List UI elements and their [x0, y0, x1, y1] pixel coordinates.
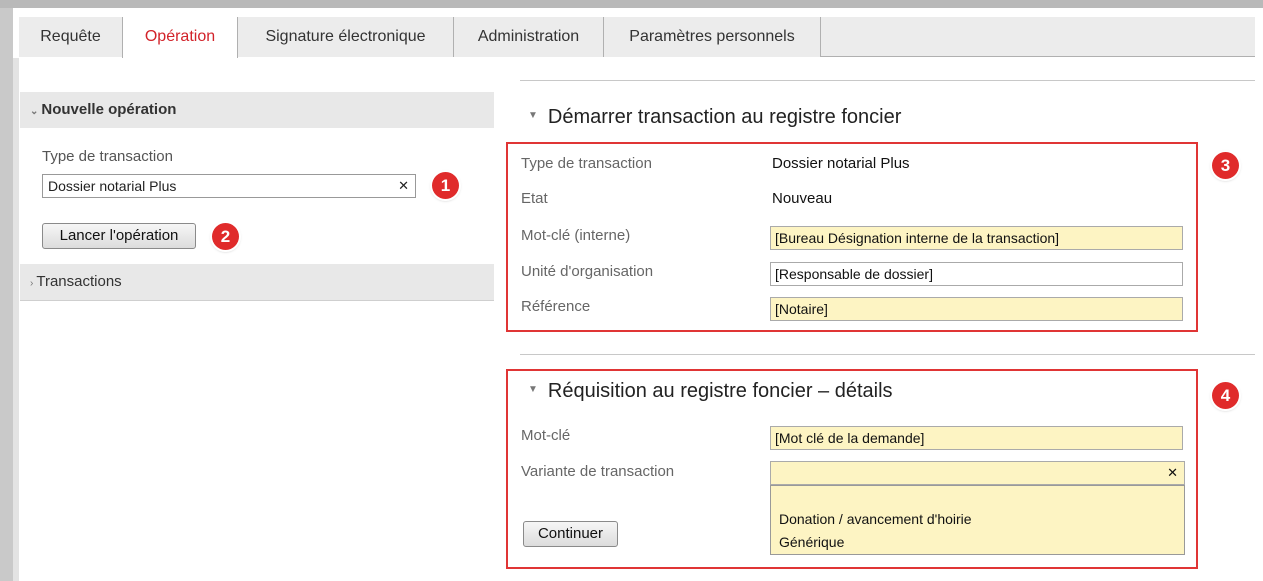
collapse-triangle-icon: ▼ [528, 110, 538, 122]
launch-operation-button[interactable]: Lancer l'opération [42, 223, 196, 249]
unite-organisation-input[interactable]: [Responsable de dossier] [770, 262, 1183, 286]
tab-administration[interactable]: Administration [454, 17, 604, 57]
start-transaction-title[interactable]: ▼ Démarrer transaction au registre foncie… [528, 106, 901, 129]
tab-signature-electronique[interactable]: Signature électronique [238, 17, 454, 57]
collapse-triangle-icon: ▼ [528, 384, 538, 396]
mot-cle-interne-input[interactable]: [Bureau Désignation interne de la transa… [770, 226, 1183, 250]
dropdown-option-generique[interactable]: Générique [779, 534, 844, 550]
top-divider [520, 80, 1255, 81]
mot-cle-input[interactable]: [Mot clé de la demande] [770, 426, 1183, 450]
field-value-etat: Nouveau [772, 190, 833, 207]
field-label-reference: Référence [521, 298, 591, 315]
transactions-title: Transactions [36, 273, 122, 290]
new-operation-title: Nouvelle opération [41, 101, 177, 118]
variante-dropdown-list: Donation / avancement d'hoirie Générique [770, 485, 1185, 555]
step-badge-1: 1 [432, 172, 459, 199]
field-label-mot-cle: Mot-clé [521, 427, 571, 444]
window-frame-left-inner [13, 58, 19, 581]
chevron-down-icon: ⌄ [30, 106, 39, 117]
step-badge-4: 4 [1212, 382, 1239, 409]
field-label-variante: Variante de transaction [521, 463, 675, 480]
chevron-down-icon: ✕ [398, 178, 409, 193]
transaction-type-select[interactable]: Dossier notarial Plus ✕ [42, 174, 416, 198]
tab-operation[interactable]: Opération [122, 17, 238, 58]
left-panel-divider [20, 300, 494, 301]
details-title[interactable]: ▼ Réquisition au registre foncier – détai… [528, 380, 893, 403]
tab-parametres-personnels[interactable]: Paramètres personnels [604, 17, 821, 57]
field-label-unite-organisation: Unité d'organisation [521, 263, 654, 280]
field-value-transaction-type: Dossier notarial Plus [772, 155, 910, 172]
middle-divider [520, 354, 1255, 355]
reference-input[interactable]: [Notaire] [770, 297, 1183, 321]
chevron-down-icon: ✕ [1167, 465, 1178, 480]
window-frame-left [0, 8, 13, 581]
field-label-etat: Etat [521, 190, 548, 207]
variante-transaction-select[interactable]: ✕ [770, 461, 1185, 485]
dropdown-option-donation[interactable]: Donation / avancement d'hoirie [779, 511, 972, 527]
field-label-mot-cle-interne: Mot-clé (interne) [521, 227, 631, 244]
continue-button[interactable]: Continuer [523, 521, 618, 547]
field-label-transaction-type: Type de transaction [521, 155, 652, 172]
new-operation-header[interactable]: ⌄ Nouvelle opération [20, 92, 494, 128]
tab-requete[interactable]: Requête [19, 17, 123, 57]
transactions-header[interactable]: › Transactions [20, 264, 494, 300]
step-badge-2: 2 [212, 223, 239, 250]
main-tab-bar: Requête Opération Signature électronique… [19, 17, 1255, 58]
transaction-type-label: Type de transaction [42, 148, 173, 165]
step-badge-3: 3 [1212, 152, 1239, 179]
chevron-right-icon: › [30, 278, 34, 289]
window-frame-top [0, 0, 1263, 8]
transaction-type-value: Dossier notarial Plus [48, 178, 177, 194]
